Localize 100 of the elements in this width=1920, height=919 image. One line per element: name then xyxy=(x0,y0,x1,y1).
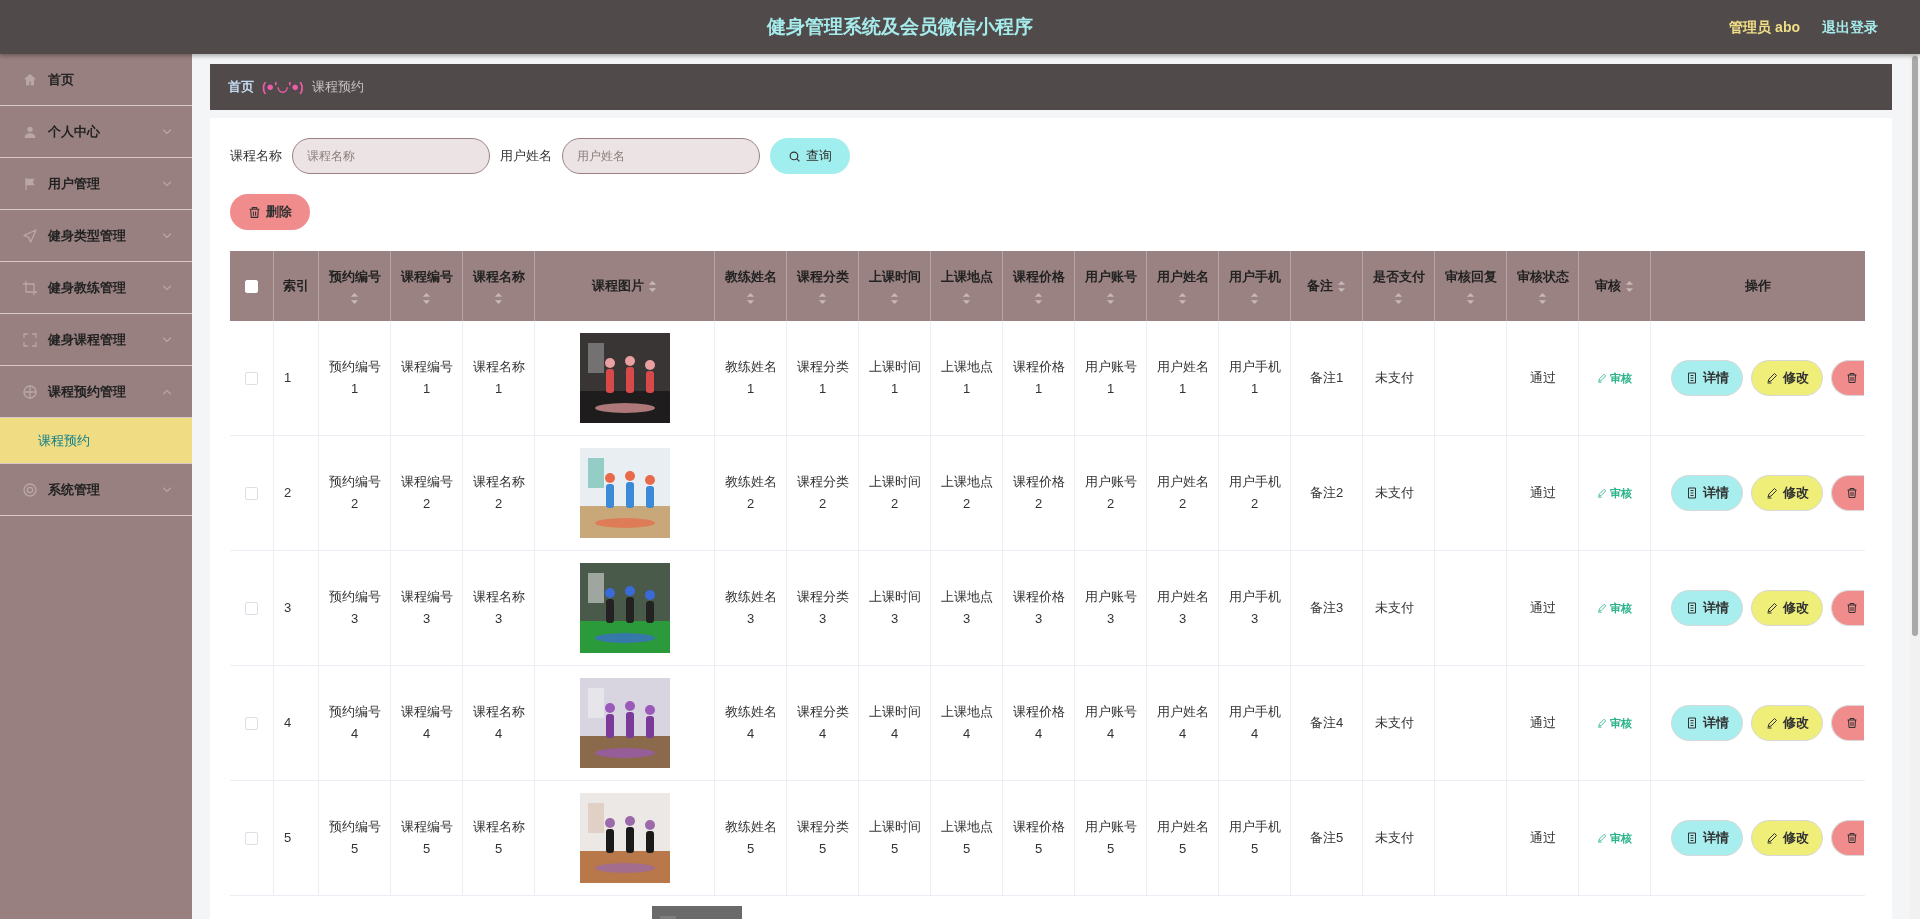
document-icon xyxy=(1685,717,1698,729)
sidebar-item[interactable]: 系统管理 xyxy=(0,464,192,516)
column-title: 预约编号 xyxy=(328,267,381,286)
row-index: 3 xyxy=(284,599,292,618)
review-link[interactable]: 审核 xyxy=(1597,599,1632,617)
table-cell-text: 课程名称1 xyxy=(472,358,525,398)
sort-icon[interactable] xyxy=(1394,292,1403,306)
table-cell-text: 用户账号5 xyxy=(1084,818,1137,858)
sort-icon[interactable] xyxy=(1466,292,1475,306)
pencil-icon xyxy=(1597,603,1607,613)
column-title: 课程分类 xyxy=(796,267,849,286)
field-label: 课程名称 xyxy=(230,147,282,166)
table-cell-text: 课程价格2 xyxy=(1012,473,1065,513)
edit-button[interactable]: 修改 xyxy=(1751,705,1823,741)
table-cell-text: 预约编号1 xyxy=(328,358,381,398)
review-link[interactable]: 审核 xyxy=(1597,369,1632,387)
delete-row-button[interactable] xyxy=(1831,475,1864,511)
sort-icon[interactable] xyxy=(746,292,755,306)
column-title: 审核回复 xyxy=(1444,267,1497,286)
edit-button[interactable]: 修改 xyxy=(1751,360,1823,396)
sort-icon[interactable] xyxy=(1337,279,1346,293)
sort-icon[interactable] xyxy=(350,292,359,306)
sort-icon[interactable] xyxy=(494,292,503,306)
table-cell-text: 课程分类5 xyxy=(796,818,849,858)
row-index: 2 xyxy=(284,484,292,503)
edit-button[interactable]: 修改 xyxy=(1751,820,1823,856)
table-cell-text: 未支付 xyxy=(1375,599,1414,618)
delete-row-button[interactable] xyxy=(1831,590,1864,626)
details-button[interactable]: 详情 xyxy=(1671,590,1743,626)
review-link[interactable]: 审核 xyxy=(1597,484,1632,502)
row-checkbox[interactable] xyxy=(245,371,258,385)
table-cell-text: 上课地点4 xyxy=(940,703,993,743)
sidebar-item[interactable]: 个人中心 xyxy=(0,106,192,158)
delete-row-button[interactable] xyxy=(1831,705,1864,741)
table-cell-text: 课程分类2 xyxy=(796,473,849,513)
row-checkbox[interactable] xyxy=(245,601,258,615)
edit-button[interactable]: 修改 xyxy=(1751,475,1823,511)
sort-icon[interactable] xyxy=(422,292,431,306)
sort-icon[interactable] xyxy=(1625,279,1634,293)
edit-button[interactable]: 修改 xyxy=(1751,590,1823,626)
table-cell-text: 课程价格4 xyxy=(1012,703,1065,743)
table-cell-text: 上课时间5 xyxy=(868,818,921,858)
table-cell-text: 备注5 xyxy=(1309,829,1344,848)
sort-icon[interactable] xyxy=(1250,292,1259,306)
delete-row-button[interactable] xyxy=(1831,360,1864,396)
details-button[interactable]: 详情 xyxy=(1671,475,1743,511)
sidebar-item[interactable]: 健身教练管理 xyxy=(0,262,192,314)
sidebar-item[interactable]: 健身类型管理 xyxy=(0,210,192,262)
column-title: 审核 xyxy=(1595,277,1621,296)
delete-row-button[interactable] xyxy=(1831,820,1864,856)
table-cell-text: 预约编号2 xyxy=(328,473,381,513)
sort-icon[interactable] xyxy=(818,292,827,306)
row-index: 1 xyxy=(284,369,292,388)
review-link[interactable]: 审核 xyxy=(1597,714,1632,732)
row-checkbox[interactable] xyxy=(245,486,258,500)
trash-icon xyxy=(248,205,261,219)
table-cell-text: 用户手机5 xyxy=(1228,818,1281,858)
trash-icon xyxy=(1846,717,1858,729)
table-cell-text: 备注1 xyxy=(1309,369,1344,388)
sidebar-item[interactable]: 首页 xyxy=(0,54,192,106)
trash-icon xyxy=(1846,602,1858,614)
sort-icon[interactable] xyxy=(962,292,971,306)
column-title: 课程编号 xyxy=(400,267,453,286)
search-button[interactable]: 查询 xyxy=(770,138,850,174)
row-checkbox[interactable] xyxy=(245,716,258,730)
table-cell-text: 用户账号4 xyxy=(1084,703,1137,743)
table-cell-text: 用户姓名3 xyxy=(1156,588,1209,628)
sort-icon[interactable] xyxy=(1178,292,1187,306)
details-button[interactable]: 详情 xyxy=(1671,360,1743,396)
table-cell-text: 课程编号4 xyxy=(400,703,453,743)
sidebar-item[interactable]: 用户管理 xyxy=(0,158,192,210)
table-cell-text: 上课地点1 xyxy=(940,358,993,398)
search-field[interactable]: 课程名称 xyxy=(292,138,490,174)
details-button[interactable]: 详情 xyxy=(1671,820,1743,856)
pencil-icon xyxy=(1597,488,1607,498)
sort-icon[interactable] xyxy=(648,279,657,293)
sort-icon[interactable] xyxy=(1034,292,1043,306)
pencil-icon xyxy=(1597,718,1607,728)
sort-icon[interactable] xyxy=(1538,292,1547,306)
column-title: 课程图片 xyxy=(592,277,644,296)
delete-button[interactable]: 删除 xyxy=(230,194,310,230)
sidebar-item[interactable]: 健身课程管理 xyxy=(0,314,192,366)
table-cell-text: 课程编号1 xyxy=(400,358,453,398)
sort-icon[interactable] xyxy=(890,292,899,306)
table-cell-text: 上课地点2 xyxy=(940,473,993,513)
select-all-checkbox[interactable] xyxy=(245,279,258,293)
sidebar-subitem[interactable]: 课程预约 xyxy=(0,418,192,464)
sort-icon[interactable] xyxy=(1106,292,1115,306)
table-cell-text: 教练姓名5 xyxy=(724,818,777,858)
table-cell-text: 用户手机2 xyxy=(1228,473,1281,513)
row-index: 5 xyxy=(284,829,292,848)
pencil-icon xyxy=(1765,372,1778,384)
table-cell-text: 通过 xyxy=(1529,599,1556,618)
details-button[interactable]: 详情 xyxy=(1671,705,1743,741)
table-cell-text: 课程名称2 xyxy=(472,473,525,513)
review-link[interactable]: 审核 xyxy=(1597,829,1632,847)
search-field[interactable]: 用户姓名 xyxy=(562,138,760,174)
logout-link[interactable]: 退出登录 xyxy=(1822,16,1878,38)
row-checkbox[interactable] xyxy=(245,831,258,845)
breadcrumb-home-link[interactable]: 首页 xyxy=(228,77,254,97)
